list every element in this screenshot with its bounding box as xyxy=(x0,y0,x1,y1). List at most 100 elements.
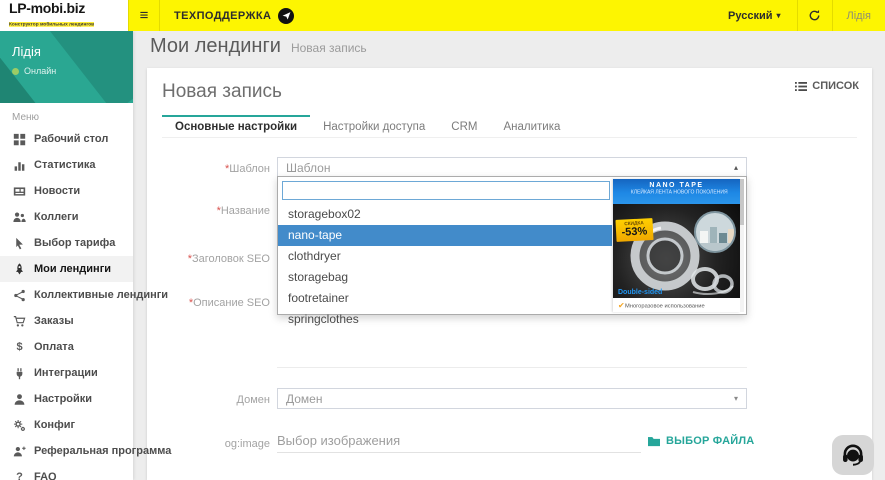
language-label: Русский xyxy=(728,10,772,22)
logo[interactable]: LP-mobi.biz Конструктор мобильных лендин… xyxy=(0,0,128,31)
template-option-highlighted[interactable]: nano-tape xyxy=(278,225,612,246)
bar-chart-icon xyxy=(13,159,26,172)
support-label: ТЕХПОДДЕРЖКА xyxy=(174,10,271,22)
sidebar-item-payment[interactable]: $ Оплата xyxy=(0,334,133,360)
tab-access-settings[interactable]: Настройки доступа xyxy=(310,115,438,137)
og-image-input[interactable] xyxy=(277,428,641,453)
check-icon: ✔ xyxy=(618,301,625,310)
sidebar-item-label: Оплата xyxy=(34,341,74,353)
sidebar-item-label: Рабочий стол xyxy=(34,133,108,145)
sidebar-item-landings[interactable]: Мои лендинги xyxy=(0,256,133,282)
online-status-label: Онлайн xyxy=(24,66,56,76)
template-search-input[interactable] xyxy=(282,181,610,200)
preview-caption: Double-sided xyxy=(618,289,662,296)
menu-section-label: Меню xyxy=(0,103,133,126)
template-options-list: storagebox02 nano-tape clothdryer storag… xyxy=(278,204,612,330)
support-chat-button[interactable] xyxy=(832,435,874,475)
sidebar-item-config[interactable]: Конфиг xyxy=(0,412,133,438)
language-selector[interactable]: Русский ▾ xyxy=(712,0,796,31)
discount-badge: СКИДКА -53% xyxy=(615,218,653,242)
sidebar-item-label: Статистика xyxy=(34,159,96,171)
dollar-icon: $ xyxy=(13,341,26,353)
list-button-label: СПИСОК xyxy=(812,80,859,92)
preview-feature-text: Многоразовое использование xyxy=(625,302,705,308)
sidebar-item-dashboard[interactable]: Рабочий стол xyxy=(0,126,133,152)
sidebar-item-referral[interactable]: Реферальная программа xyxy=(0,438,133,464)
sidebar-item-label: Коллеги xyxy=(34,211,78,223)
page-header: Мои лендинги Новая запись xyxy=(150,35,367,58)
sidebar-item-label: Конфиг xyxy=(34,419,75,431)
top-bar: LP-mobi.biz Конструктор мобильных лендин… xyxy=(0,0,885,31)
user-menu[interactable]: Лідія xyxy=(833,0,885,31)
card-title: Новая запись xyxy=(162,81,282,103)
colleagues-icon xyxy=(13,211,26,224)
preview-header: NANO TAPE КЛЕЙКАЯ ЛЕНТА НОВОГО ПОКОЛЕНИЯ xyxy=(613,179,740,204)
file-select-label: ВЫБОР ФАЙЛА xyxy=(666,435,754,447)
sidebar: Лідія Онлайн Меню Рабочий стол Статистик… xyxy=(0,31,133,480)
tab-main-settings[interactable]: Основные настройки xyxy=(162,115,310,137)
news-icon xyxy=(13,185,26,198)
user-profile-panel: Лідія Онлайн xyxy=(0,31,133,103)
rocket-icon xyxy=(13,263,26,276)
topbar-username: Лідія xyxy=(847,10,871,22)
sidebar-item-faq[interactable]: ? FAQ xyxy=(0,464,133,480)
tab-analytics[interactable]: Аналитика xyxy=(490,115,573,137)
tab-crm[interactable]: CRM xyxy=(438,115,490,137)
sidebar-item-settings[interactable]: Настройки xyxy=(0,386,133,412)
template-option[interactable]: storagebox02 xyxy=(278,204,612,225)
domain-select[interactable]: Домен ▾ xyxy=(277,388,747,409)
support-button[interactable]: ТЕХПОДДЕРЖКА xyxy=(174,0,294,31)
dashboard-icon xyxy=(13,133,26,146)
plug-icon xyxy=(13,367,26,380)
breadcrumb: Новая запись xyxy=(291,41,367,55)
sidebar-item-integrations[interactable]: Интеграции xyxy=(0,360,133,386)
chevron-up-icon: ▴ xyxy=(734,163,738,172)
domain-label: Домен xyxy=(147,394,270,406)
sidebar-item-colleagues[interactable]: Коллеги xyxy=(0,204,133,230)
template-option[interactable]: clothdryer xyxy=(278,246,612,267)
question-icon: ? xyxy=(13,471,26,480)
preview-title: NANO TAPE xyxy=(613,182,740,189)
cart-icon xyxy=(13,315,26,328)
sidebar-item-stats[interactable]: Статистика xyxy=(0,152,133,178)
template-option[interactable]: springclothes xyxy=(278,309,612,330)
new-record-card: Новая запись СПИСОК Основные настройки Н… xyxy=(147,68,872,480)
sidebar-item-label: Интеграции xyxy=(34,367,98,379)
logo-title: LP-mobi.biz xyxy=(9,1,134,15)
domain-select-placeholder: Домен xyxy=(286,392,323,406)
sidebar-item-label: Заказы xyxy=(34,315,74,327)
sidebar-item-tariff[interactable]: Выбор тарифа xyxy=(0,230,133,256)
file-select-button[interactable]: ВЫБОР ФАЙЛА xyxy=(647,435,754,447)
chevron-down-icon: ▾ xyxy=(734,394,738,403)
sidebar-item-label: Новости xyxy=(34,185,80,197)
name-label: *Название xyxy=(147,205,270,217)
pointer-icon xyxy=(13,237,26,250)
sidebar-item-collective-landings[interactable]: Коллективные лендинги xyxy=(0,282,133,308)
user-plus-icon xyxy=(13,445,26,458)
preview-image: СКИДКА -53% Double-sided xyxy=(613,204,740,298)
page-title: Мои лендинги xyxy=(150,35,281,58)
template-option[interactable]: storagebag xyxy=(278,267,612,288)
refresh-button[interactable] xyxy=(798,0,832,31)
gears-icon xyxy=(13,419,26,432)
refresh-icon xyxy=(808,9,821,22)
dropdown-scrollbar[interactable] xyxy=(740,179,744,312)
online-status-dot xyxy=(12,68,19,75)
share-icon xyxy=(13,289,26,302)
sidebar-item-label: Мои лендинги xyxy=(34,263,111,275)
app-window: LP-mobi.biz Конструктор мобильных лендин… xyxy=(0,0,885,480)
sidebar-item-news[interactable]: Новости xyxy=(0,178,133,204)
template-dropdown-panel: storagebox02 nano-tape clothdryer storag… xyxy=(277,176,747,315)
template-option[interactable]: footretainer xyxy=(278,288,612,309)
tab-bar: Основные настройки Настройки доступа CRM… xyxy=(162,115,857,138)
seo-description-underline xyxy=(277,367,747,368)
preview-inset-photo xyxy=(694,211,736,253)
user-icon xyxy=(13,393,26,406)
sidebar-item-label: Настройки xyxy=(34,393,92,405)
template-select[interactable]: Шаблон ▴ xyxy=(277,157,747,178)
chevron-down-icon: ▾ xyxy=(777,11,781,20)
sidebar-item-label: FAQ xyxy=(34,471,57,480)
sidebar-toggle-button[interactable]: ≡ xyxy=(128,0,160,31)
sidebar-item-orders[interactable]: Заказы xyxy=(0,308,133,334)
list-button[interactable]: СПИСОК xyxy=(795,80,859,92)
